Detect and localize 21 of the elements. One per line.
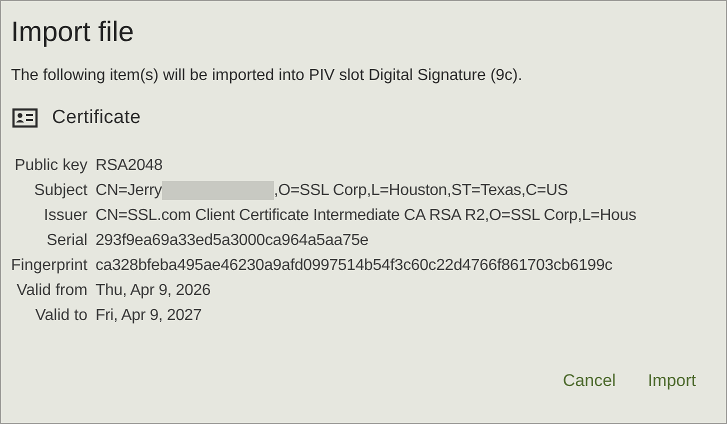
field-value: ,O=SSL Corp,L=Houston,ST=Texas,C=US bbox=[274, 181, 568, 201]
dialog-title: Import file bbox=[11, 15, 135, 49]
message-text: The following item(s) will be imported into PIV slot Digital Signature (9c). bbox=[11, 67, 524, 85]
cancel-button[interactable]: Cancel bbox=[556, 367, 622, 395]
field-label: Valid from bbox=[16, 281, 88, 301]
field-label: Public key bbox=[14, 156, 88, 176]
field-value: Fri, Apr 9, 2027 bbox=[95, 306, 203, 326]
field-label: Valid to bbox=[34, 306, 88, 326]
field-value: RSA2048 bbox=[95, 156, 164, 176]
field-label: Serial bbox=[46, 231, 88, 251]
section-title: Certificate bbox=[52, 107, 141, 129]
field-value: CN=Jerry bbox=[95, 181, 162, 201]
field-label: Issuer bbox=[42, 206, 88, 226]
field-value: Thu, Apr 9, 2026 bbox=[95, 281, 212, 301]
field-label: Fingerprint bbox=[11, 256, 88, 276]
field-value: ca328bfeba495ae46230a9afd0997514b54f3c60c22d4766f861703cb6199c bbox=[95, 256, 614, 276]
field-value: CN=SSL.com Client Certificate Intermediate CA RSA R2,O=SSL Corp,L=Hous bbox=[95, 206, 638, 226]
id-card-icon bbox=[12, 108, 38, 128]
field-value: 293f9ea69a33ed5a3000ca964a5aa75e bbox=[95, 231, 370, 251]
field-label: Subject bbox=[33, 181, 88, 201]
import-button[interactable]: Import bbox=[642, 367, 702, 395]
